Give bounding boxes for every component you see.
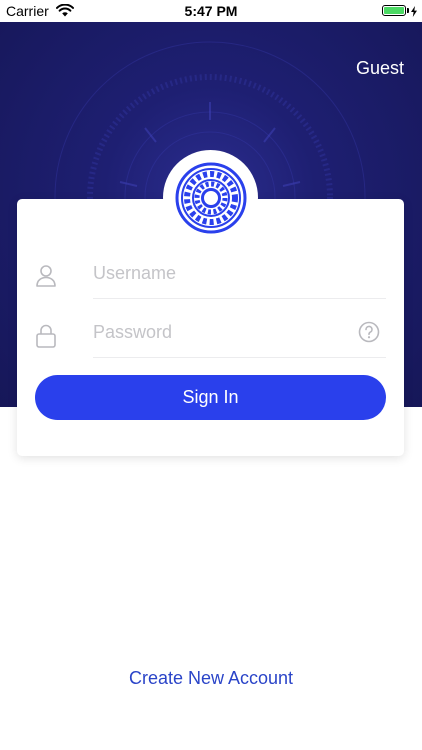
- username-input[interactable]: [93, 254, 363, 292]
- create-account-link[interactable]: Create New Account: [0, 668, 422, 689]
- bolt-icon: [411, 4, 417, 20]
- password-field[interactable]: [35, 313, 386, 358]
- battery-icon: [382, 5, 406, 16]
- username-underline: [93, 298, 386, 299]
- question-circle-icon[interactable]: [358, 321, 380, 348]
- greek-key-emblem-icon: [175, 162, 246, 233]
- guest-button[interactable]: Guest: [356, 58, 404, 79]
- user-icon: [35, 264, 57, 293]
- lock-icon: [35, 323, 57, 354]
- password-underline: [93, 357, 386, 358]
- password-input[interactable]: [93, 313, 363, 351]
- battery-tip: [407, 8, 409, 13]
- sign-in-button[interactable]: Sign In: [35, 375, 386, 420]
- status-bar: Carrier 5:47 PM: [0, 0, 422, 22]
- battery-level: [384, 7, 404, 14]
- clock-time: 5:47 PM: [184, 3, 238, 19]
- username-field[interactable]: [35, 254, 386, 299]
- logo-badge: [163, 150, 258, 245]
